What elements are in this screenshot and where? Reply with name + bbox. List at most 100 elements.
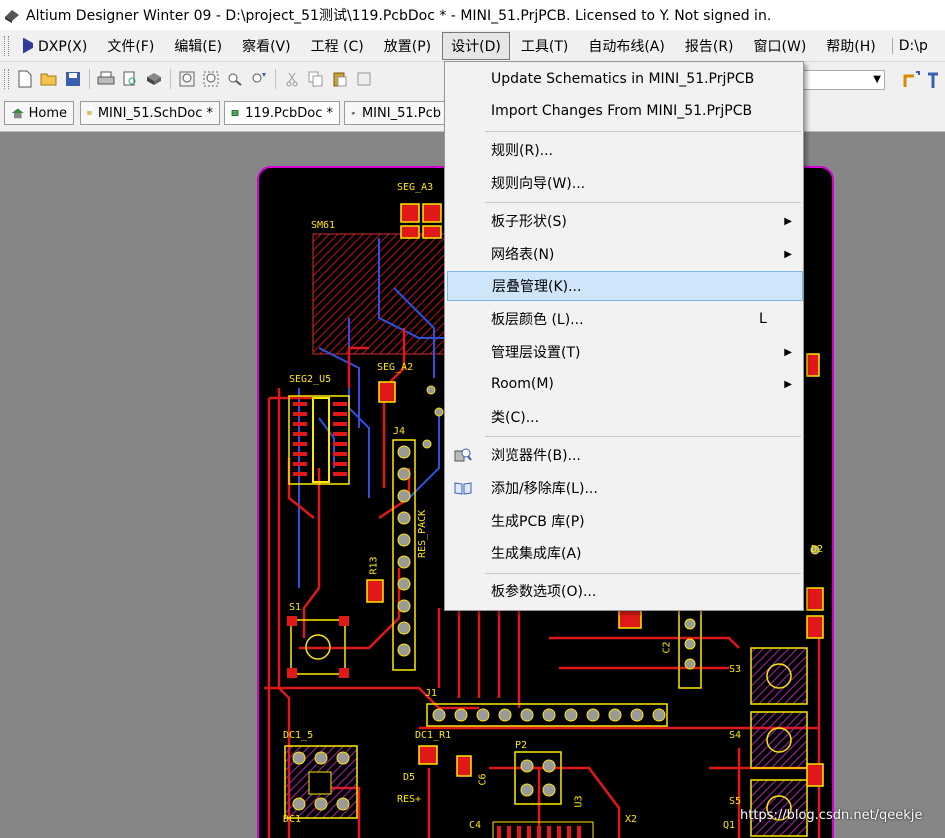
pcb-ref-label: J4 [393,426,406,437]
save-icon [66,72,80,86]
route-tool-icon[interactable] [902,70,922,90]
menu-separator [485,131,801,132]
pcb-ref-label: S1 [289,602,302,613]
zoom-filter-button[interactable] [248,68,270,90]
home-icon [11,108,24,119]
menubar-grip[interactable] [4,36,9,56]
menu-item-update-schematics[interactable]: Update Schematics in MINI_51.PrjPCB [446,64,802,94]
stamp-icon [357,72,371,86]
menu-window[interactable]: 窗口(W) [745,32,816,60]
schematic-doc-icon [87,111,92,115]
copy-button[interactable] [305,68,327,90]
zoom-fit-icon [179,71,195,87]
menu-reports[interactable]: 报告(R) [676,32,743,60]
toolbar-separator [89,69,90,89]
submenu-arrow-icon: ▶ [784,378,792,390]
menu-item-layer-stack-manager[interactable]: 层叠管理(K)... [447,271,803,301]
3d-view-button[interactable] [143,68,165,90]
title-bar: Altium Designer Winter 09 - D:\project_5… [0,0,945,30]
menu-item-board-options[interactable]: 板参数选项(O)... [446,576,802,606]
menu-item-classes[interactable]: 类(C)... [446,402,802,432]
new-file-button[interactable] [14,68,36,90]
menu-item-make-integrated-library[interactable]: 生成集成库(A) [446,538,802,568]
3d-box-icon [147,73,161,85]
cut-button[interactable] [281,68,303,90]
menu-autoroute[interactable]: 自动布线(A) [579,32,674,60]
menu-item-rooms[interactable]: Room(M) ▶ [446,369,802,399]
menu-item-rule-wizard[interactable]: 规则向导(W)... [446,168,802,198]
menu-design[interactable]: 设计(D) [442,32,510,60]
tab-pcbdoc[interactable]: 119.PcbDoc * [224,101,340,125]
window-title: Altium Designer Winter 09 - D:\project_5… [26,8,772,24]
paste-icon [333,72,347,87]
zoom-selected-button[interactable] [224,68,246,90]
design-menu-dropdown: Update Schematics in MINI_51.PrjPCB Impo… [444,61,804,611]
pcb-ref-label: DC1_5 [283,730,314,741]
pcb-ref-label: DC1 [283,814,302,825]
menu-file[interactable]: 文件(F) [98,32,163,60]
printer-icon [97,71,115,85]
watermark-text: https://blog.csdn.net/qeekje [740,808,923,823]
pcb-ref-label: SM61 [311,220,336,231]
paste-button[interactable] [329,68,351,90]
dxp-icon [23,37,33,54]
tab-home[interactable]: Home [4,101,74,125]
open-file-button[interactable] [38,68,60,90]
menu-item-import-changes[interactable]: Import Changes From MINI_51.PrjPCB [446,96,802,126]
menu-item-board-shape[interactable]: 板子形状(S) ▶ [446,206,802,236]
submenu-arrow-icon: ▶ [784,346,792,358]
toolbar-grip[interactable] [4,69,9,89]
menu-item-rules[interactable]: 规则(R)... [446,135,802,165]
menu-item-netlist[interactable]: 网络表(N) ▶ [446,239,802,269]
pcb-ref-label: SEG_A2 [377,362,414,373]
menu-item-add-remove-library[interactable]: 添加/移除库(L)... [446,473,802,503]
menu-project[interactable]: 工程 (C) [302,32,373,60]
tab-schdoc[interactable]: MINI_51.SchDoc * [80,101,220,125]
print-preview-button[interactable] [119,68,141,90]
menu-item-board-layer-colors[interactable]: 板层颜色 (L)... L [446,304,802,334]
pcb-ref-label: C6 [477,773,489,786]
print-preview-icon [123,71,136,86]
menu-bar: DXP(X) 文件(F) 编辑(E) 察看(V) 工程 (C) 放置(P) 设计… [0,31,945,62]
pcb-doc-icon [231,110,239,116]
zoom-filter-icon [252,73,266,83]
menu-item-make-pcb-library[interactable]: 生成PCB 库(P) [446,506,802,536]
pcb-ref-label: P2 [515,740,528,751]
pcb-3d-icon [351,111,356,115]
path-address-box[interactable]: D:\p [891,38,928,54]
menu-item-browse-components[interactable]: 浏览器件(B)... [446,440,802,470]
pcb-ref-label: DC1_R1 [415,730,452,741]
pcb-ref-label: J1 [425,688,438,699]
pcb-ref-label: S4 [729,730,742,741]
zoom-fit-button[interactable] [176,68,198,90]
pcb-ref-label: SEG2_U5 [289,374,332,385]
pcb-ref-label: C2 [661,641,673,654]
zoom-area-button[interactable] [200,68,222,90]
scissors-icon [286,72,298,87]
pcb-ref-label: S3 [729,664,742,675]
altium-app-icon [5,10,19,23]
browse-components-icon [454,448,472,462]
zoom-area-icon [203,71,219,87]
menu-help[interactable]: 帮助(H) [817,32,884,60]
save-button[interactable] [62,68,84,90]
print-button[interactable] [95,68,117,90]
rubber-stamp-button[interactable] [353,68,375,90]
menu-dxp[interactable]: DXP(X) [14,34,96,59]
menu-separator [485,573,801,574]
menu-view[interactable]: 察看(V) [233,32,300,60]
pcb-ref-label: X2 [625,814,638,825]
menu-tools[interactable]: 工具(T) [512,32,577,60]
menu-place[interactable]: 放置(P) [375,32,440,60]
new-file-icon [18,70,32,88]
toolbar-separator [275,69,276,89]
tab-pcb-project[interactable]: MINI_51.Pcb [344,101,448,125]
menu-item-layer-sets[interactable]: 管理层设置(T) ▶ [446,337,802,367]
pcb-ref-label: RES_PACK [417,509,428,558]
menu-edit[interactable]: 编辑(E) [165,32,231,60]
pcb-ref-label: SEG_A3 [397,182,434,193]
toolbar-dropdown[interactable]: ▼ [803,70,885,90]
pcb-ref-label: R13 [368,556,380,575]
zoom-selected-icon [228,73,242,86]
interactive-route-icon[interactable] [926,70,944,90]
